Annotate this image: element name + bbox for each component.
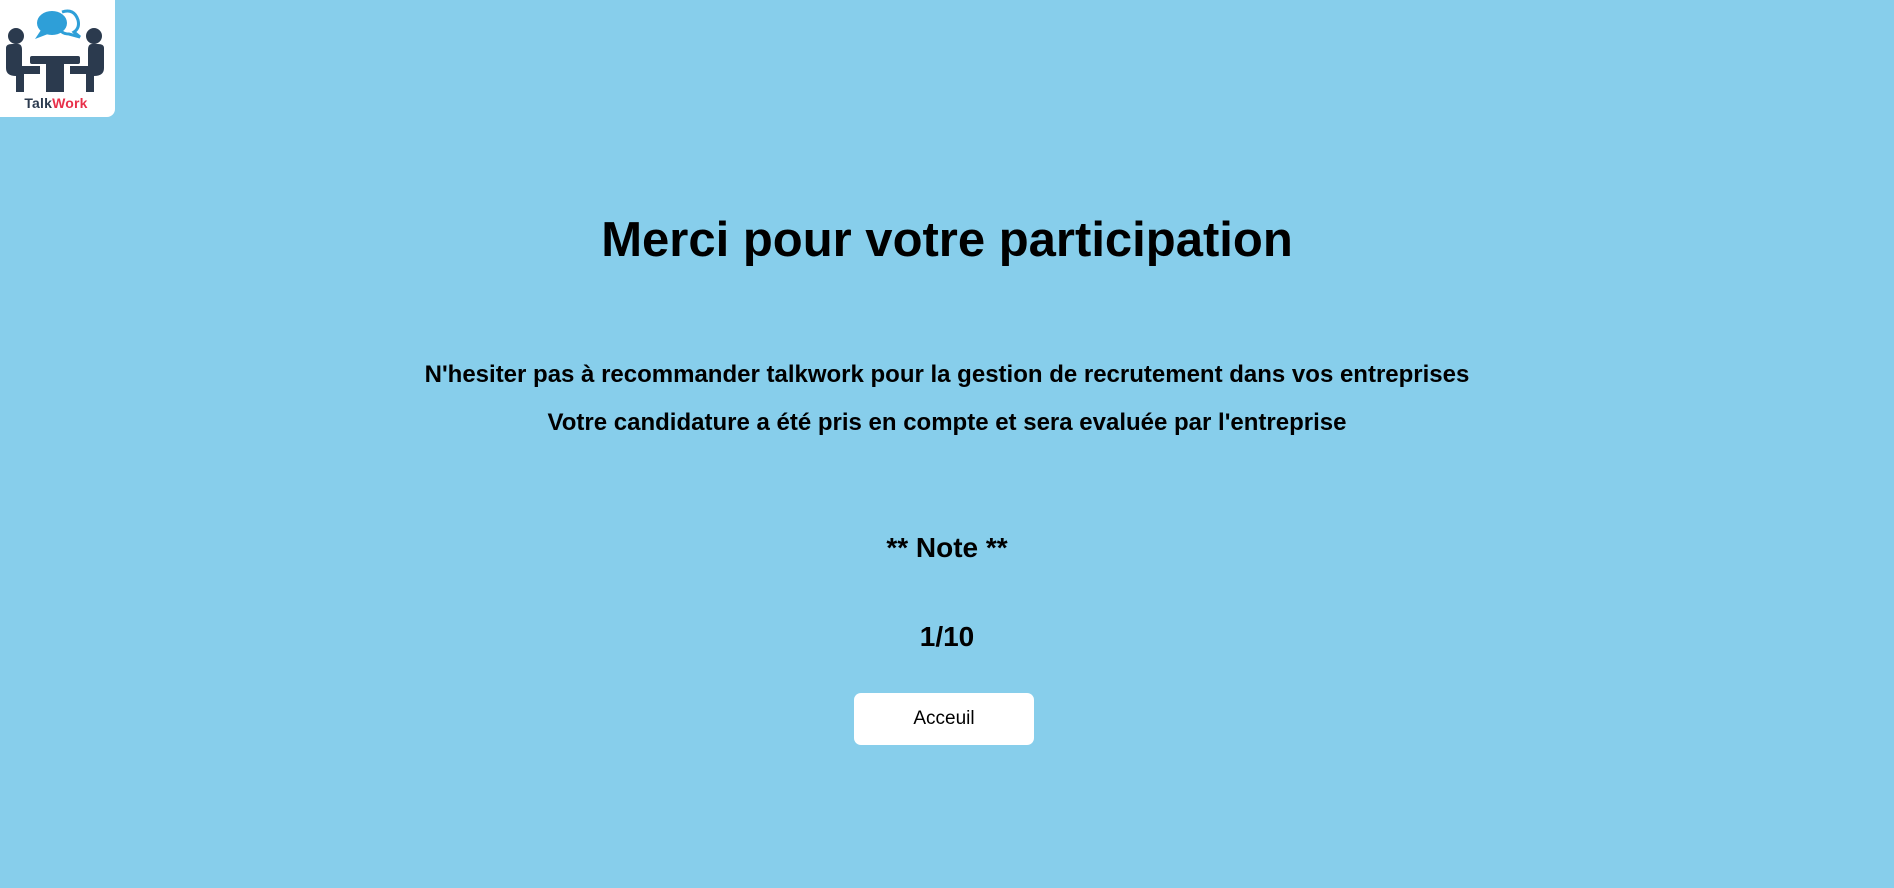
home-button[interactable]: Acceuil [854,693,1034,745]
logo-wordmark-work: Work [52,95,88,111]
page-title: Merci pour votre participation [601,213,1293,267]
note-heading: ** Note ** [886,532,1008,563]
logo-wordmark-talk: Talk [24,95,53,111]
logo-wordmark: TalkWork [0,95,112,111]
application-status-message: Votre candidature a été pris en compte e… [547,409,1347,436]
talkwork-logo[interactable]: TalkWork [0,0,115,117]
meeting-people-chat-icon [6,9,104,92]
recommendation-message: N'hesiter pas à recommander talkwork pou… [424,361,1470,388]
score-value: 1/10 [919,621,975,652]
